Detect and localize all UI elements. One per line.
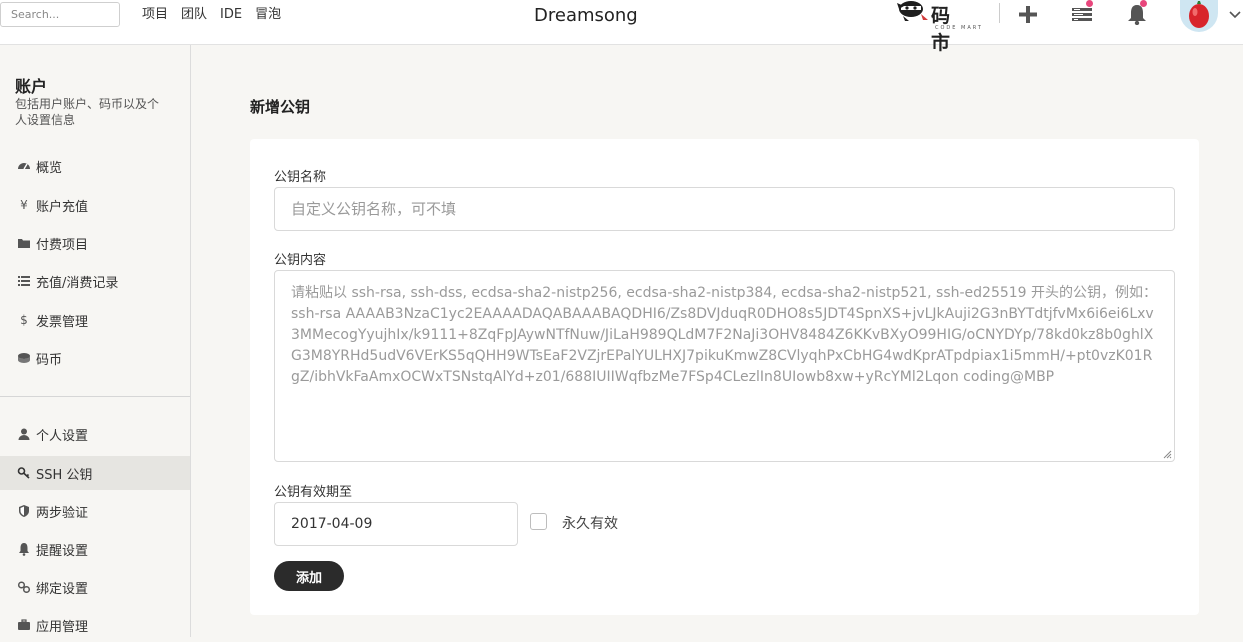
folder-icon (17, 236, 31, 250)
codemart-logo[interactable]: 码 市 CODE MART (895, 0, 987, 54)
sidebar: 账户 包括用户账户、码币以及个人设置信息 概览 ¥ 账户充值 付费项目 充值/消… (0, 45, 191, 637)
expire-label: 公钥有效期至 (274, 485, 353, 500)
user-icon (17, 427, 31, 441)
task-list-icon[interactable] (1070, 0, 1094, 25)
key-name-input[interactable] (274, 187, 1175, 231)
chevron-down-icon[interactable] (1228, 7, 1242, 21)
dashboard-icon (17, 159, 31, 173)
nav-teams[interactable]: 团队 (181, 7, 207, 23)
bell-icon[interactable] (1125, 0, 1149, 26)
notification-dot (1086, 0, 1093, 7)
header-divider (999, 3, 1000, 23)
sidebar-divider (0, 396, 190, 397)
top-nav: 项目 团队 IDE 冒泡 (142, 7, 294, 23)
ninja-logo-icon (897, 1, 928, 21)
sidebar-title: 账户 (15, 77, 48, 96)
sidebar-item-label: 概览 (36, 160, 63, 176)
logo-subtext: CODE MART (935, 25, 983, 31)
sidebar-item-paid-projects[interactable]: 付费项目 (0, 226, 190, 260)
list-icon (17, 274, 31, 288)
sidebar-item-coins[interactable]: 码币 (0, 341, 190, 375)
avatar[interactable] (1180, 0, 1218, 32)
search-input[interactable] (0, 2, 120, 27)
add-button[interactable]: 添加 (274, 561, 344, 591)
sidebar-item-reminders[interactable]: 提醒设置 (0, 532, 190, 566)
sidebar-item-label: 提醒设置 (36, 543, 89, 559)
bell-icon (17, 542, 31, 556)
sidebar-item-label: 两步验证 (36, 505, 89, 521)
key-icon (17, 466, 31, 480)
key-content-textarea[interactable]: 请粘贴以 ssh-rsa, ssh-dss, ecdsa-sha2-nistp2… (274, 270, 1175, 462)
app-title: Dreamsong (534, 5, 638, 26)
key-content-label: 公钥内容 (274, 253, 327, 268)
sidebar-item-label: 发票管理 (36, 314, 89, 330)
sidebar-description: 包括用户账户、码币以及个人设置信息 (15, 97, 160, 127)
forever-checkbox[interactable] (530, 513, 547, 530)
top-bar: 项目 团队 IDE 冒泡 Dreamsong 码 市 CODE MART (0, 0, 1243, 54)
sidebar-item-bindings[interactable]: 绑定设置 (0, 570, 190, 604)
yen-icon: ¥ (20, 198, 28, 212)
key-name-label: 公钥名称 (274, 170, 327, 185)
sidebar-item-invoice[interactable]: $ 发票管理 (0, 303, 190, 337)
forever-label[interactable]: 永久有效 (562, 513, 618, 533)
briefcase-icon (17, 618, 31, 632)
key-content-placeholder: 请粘贴以 ssh-rsa, ssh-dss, ecdsa-sha2-nistp2… (291, 285, 1158, 385)
resize-grip-icon[interactable] (1162, 449, 1172, 459)
plus-icon[interactable] (1016, 3, 1040, 25)
expire-date-input[interactable] (274, 502, 518, 546)
dollar-icon: $ (20, 313, 28, 327)
sidebar-item-label: 账户充值 (36, 199, 89, 215)
coins-icon (17, 351, 31, 365)
nav-bubble[interactable]: 冒泡 (255, 7, 281, 23)
sidebar-item-label: 个人设置 (36, 428, 89, 444)
sidebar-item-label: 付费项目 (36, 237, 89, 253)
sidebar-item-records[interactable]: 充值/消费记录 (0, 264, 190, 298)
sidebar-item-label: SSH 公钥 (36, 467, 93, 483)
link-icon (17, 580, 31, 594)
sidebar-item-ssh-keys[interactable]: SSH 公钥 (0, 456, 190, 490)
sidebar-item-label: 充值/消费记录 (36, 275, 119, 291)
page-title: 新增公钥 (250, 98, 311, 116)
notification-dot (1140, 0, 1147, 7)
nav-projects[interactable]: 项目 (142, 7, 168, 23)
shield-icon (17, 504, 31, 518)
sidebar-item-label: 绑定设置 (36, 581, 89, 597)
sidebar-item-two-factor[interactable]: 两步验证 (0, 494, 190, 528)
sidebar-item-label: 码币 (36, 352, 63, 368)
nav-ide[interactable]: IDE (220, 7, 242, 23)
sidebar-item-recharge[interactable]: ¥ 账户充值 (0, 188, 190, 222)
sidebar-item-overview[interactable]: 概览 (0, 149, 190, 183)
sidebar-item-label: 应用管理 (36, 619, 89, 635)
sidebar-item-profile[interactable]: 个人设置 (0, 417, 190, 451)
